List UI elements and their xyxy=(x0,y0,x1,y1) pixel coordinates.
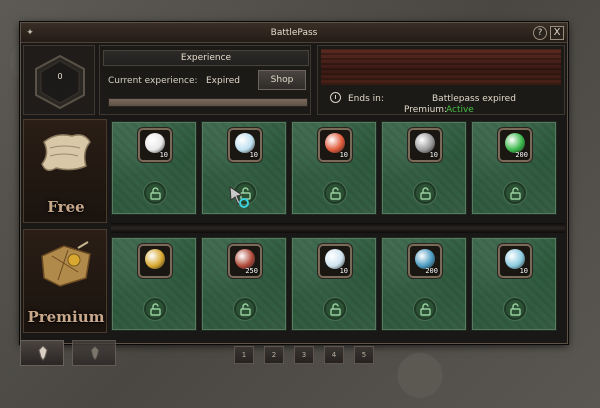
treasure-map-icon xyxy=(41,241,91,287)
secondary-tab-button[interactable] xyxy=(72,340,116,366)
ends-in-value: Battlepass expired xyxy=(432,94,516,104)
season-panel: Ends in: Battlepass expired Premium: Act… xyxy=(317,45,565,115)
unlocked-padlock-icon xyxy=(324,182,346,204)
blue-ore-icon xyxy=(415,249,435,269)
premium-reward-slot[interactable] xyxy=(111,237,197,331)
page-4-button[interactable]: 4 xyxy=(324,346,344,364)
battlepass-window: ✦ BattlePass ? X 0 Experience Current ex… xyxy=(20,22,568,344)
reward-quantity: 200 xyxy=(515,151,528,159)
page-2-button[interactable]: 2 xyxy=(264,346,284,364)
battlepass-tab-button[interactable] xyxy=(20,340,64,366)
window-title: BattlePass xyxy=(270,28,318,38)
emblem-icon xyxy=(90,345,100,361)
reward-quantity: 10 xyxy=(339,267,348,275)
close-button[interactable]: X xyxy=(550,26,564,40)
blue-white-gem-icon xyxy=(235,133,255,153)
premium-reward-slot[interactable]: 200 xyxy=(381,237,467,331)
reward-quantity: 10 xyxy=(249,151,258,159)
experience-title: Experience xyxy=(103,50,309,66)
help-button[interactable]: ? xyxy=(533,26,547,40)
reward-quantity: 250 xyxy=(245,267,258,275)
reward-item-frame: 10 xyxy=(408,128,442,162)
reward-quantity: 10 xyxy=(339,151,348,159)
current-experience-value: Expired xyxy=(206,76,240,86)
level-value: 0 xyxy=(57,72,63,81)
premium-tier-text: Premium xyxy=(27,308,105,326)
unlocked-padlock-icon xyxy=(414,298,436,320)
reward-item-frame: 10 xyxy=(498,244,532,278)
reward-quantity: 200 xyxy=(425,267,438,275)
ends-in-label: Ends in: xyxy=(348,94,384,104)
mouse-cursor-icon xyxy=(229,186,249,208)
ice-crystal-icon xyxy=(505,249,525,269)
reward-quantity: 10 xyxy=(519,267,528,275)
reward-item-frame: 10 xyxy=(138,128,172,162)
scroll-icon xyxy=(41,134,91,171)
premium-status-value: Active xyxy=(446,105,474,115)
reward-item-frame: 250 xyxy=(228,244,262,278)
window-menu-icon: ✦ xyxy=(26,28,34,38)
unlocked-padlock-icon xyxy=(504,298,526,320)
reward-item-frame: 10 xyxy=(318,128,352,162)
reward-quantity: 10 xyxy=(159,151,168,159)
reward-item-frame: 10 xyxy=(228,128,262,162)
white-gem-icon xyxy=(145,133,165,153)
tier-divider xyxy=(111,223,565,233)
page-3-button[interactable]: 3 xyxy=(294,346,314,364)
experience-progress-bar xyxy=(108,98,308,107)
free-rewards-row: 10 10 10 10 200 xyxy=(111,121,565,221)
free-reward-slot[interactable]: 10 xyxy=(381,121,467,215)
unlocked-padlock-icon xyxy=(504,182,526,204)
gold-treasure-icon xyxy=(145,249,165,269)
free-reward-slot[interactable]: 10 xyxy=(291,121,377,215)
level-badge: 0 xyxy=(23,45,95,115)
armor-icon xyxy=(415,133,435,153)
premium-rewards-row: 250 10 200 10 xyxy=(111,237,565,337)
red-gem-icon xyxy=(325,133,345,153)
free-tier-label: Free xyxy=(23,119,107,223)
free-reward-slot[interactable]: 200 xyxy=(471,121,557,215)
experience-panel: Experience Current experience: Expired S… xyxy=(99,45,311,115)
reward-item-frame: 10 xyxy=(318,244,352,278)
reward-item-frame: 200 xyxy=(498,128,532,162)
ticket-scroll-icon xyxy=(235,249,255,269)
premium-reward-slot[interactable]: 10 xyxy=(291,237,377,331)
unlocked-padlock-icon xyxy=(324,298,346,320)
reward-quantity: 10 xyxy=(429,151,438,159)
premium-reward-slot[interactable]: 250 xyxy=(201,237,287,331)
page-5-button[interactable]: 5 xyxy=(354,346,374,364)
premium-tier-label: Premium xyxy=(23,229,107,333)
free-reward-slot[interactable]: 10 xyxy=(111,121,197,215)
diamond-crystal-icon xyxy=(325,249,345,269)
hexagon-frame-icon xyxy=(35,54,85,110)
unlocked-padlock-icon xyxy=(414,182,436,204)
current-experience-label: Current experience: xyxy=(108,76,198,86)
premium-reward-slot[interactable]: 10 xyxy=(471,237,557,331)
unlocked-padlock-icon xyxy=(144,182,166,204)
free-tier-text: Free xyxy=(47,198,85,216)
unlocked-padlock-icon xyxy=(234,298,256,320)
premium-status-label: Premium: xyxy=(404,105,448,115)
green-crystal-icon xyxy=(505,133,525,153)
unlocked-padlock-icon xyxy=(144,298,166,320)
reward-item-frame: 200 xyxy=(408,244,442,278)
reward-item-frame xyxy=(138,244,172,278)
clock-icon xyxy=(330,92,341,103)
page-1-button[interactable]: 1 xyxy=(234,346,254,364)
emblem-icon xyxy=(38,345,48,361)
shop-button[interactable]: Shop xyxy=(258,70,306,90)
season-banner xyxy=(321,49,561,85)
title-bar[interactable]: ✦ BattlePass ? X xyxy=(21,23,567,43)
